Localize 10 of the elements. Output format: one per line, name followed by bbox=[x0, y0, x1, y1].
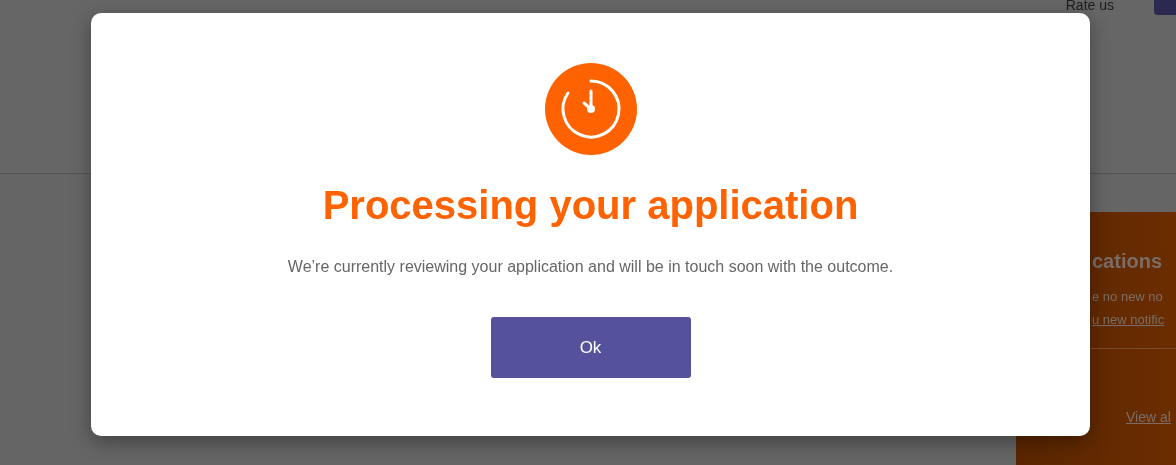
notifications-link[interactable]: u new notific bbox=[1092, 312, 1165, 327]
dialog-message: We’re currently reviewing your application and will be in touch soon with the outcome. bbox=[287, 258, 894, 276]
panel-title: cations bbox=[1092, 250, 1164, 273]
rate-us-link[interactable]: Rate us bbox=[1065, 0, 1114, 12]
ok-button[interactable]: Ok bbox=[490, 317, 691, 378]
dialog-title: Processing your application bbox=[322, 183, 859, 228]
view-all-link[interactable]: View al bbox=[1126, 409, 1171, 425]
clock-icon bbox=[544, 63, 637, 155]
header-button[interactable] bbox=[1154, 0, 1176, 15]
panel-message: e no new no bbox=[1092, 289, 1164, 304]
